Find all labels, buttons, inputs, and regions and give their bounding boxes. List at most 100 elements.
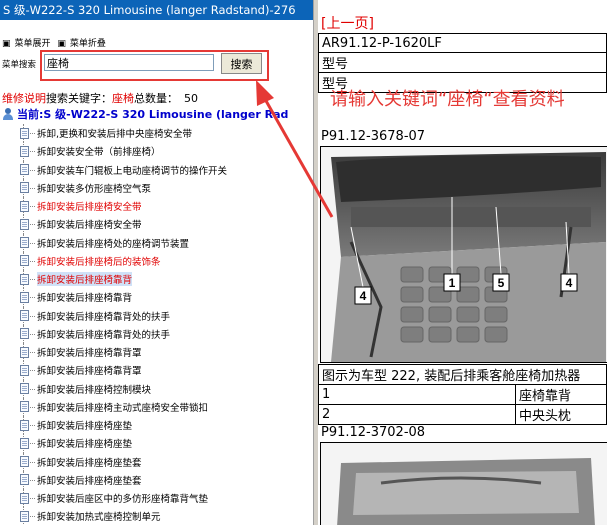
- search-input[interactable]: [44, 54, 214, 71]
- person-icon: [3, 108, 13, 120]
- document-icon: [20, 237, 29, 249]
- tree-item-label: 拆卸安装车门辊板上电动座椅调节的操作开关: [37, 165, 228, 177]
- document-icon: [20, 145, 29, 157]
- figure-caption: 图示为车型 222, 装配后排乘客舱座椅加热器: [318, 364, 607, 385]
- tree-item[interactable]: 拆卸安装后座区中的多仿形座椅靠背气垫: [0, 489, 313, 508]
- count-value: 50: [184, 92, 198, 105]
- callout-1: 1: [449, 276, 456, 290]
- tree-item[interactable]: 拆卸安装后排座椅处的座椅调节装置: [0, 233, 313, 252]
- tree-item[interactable]: 拆卸安装加热式座椅控制单元: [0, 507, 313, 525]
- tree-item-label: 拆卸安装后排座椅主动式座椅安全带锁扣: [37, 402, 209, 414]
- figure-1-code: P91.12-3678-07: [321, 129, 426, 144]
- document-icon: [20, 437, 29, 449]
- tree-item-label: 拆卸安装安全带（前排座椅）: [37, 147, 161, 159]
- document-icon: [20, 164, 29, 176]
- figure-2-illustration: [321, 443, 607, 525]
- tree-item[interactable]: 拆卸安装后排座椅座垫套: [0, 452, 313, 471]
- document-icon: [20, 510, 29, 522]
- legend-text: 中央头枕: [515, 404, 607, 425]
- tree-item[interactable]: 拆卸安装后排座椅安全带: [0, 197, 313, 216]
- repair-info-label: 维修说明: [2, 92, 46, 105]
- tree-item-label: 拆卸安装后排座椅靠背罩: [37, 348, 142, 360]
- legend-num: 1: [318, 384, 516, 405]
- tree-item[interactable]: 拆卸,更换和安装后排中央座椅安全带: [0, 124, 313, 143]
- menu-toggle-row: ▣ 菜单展开 ▣ 菜单折叠: [0, 36, 110, 50]
- tree-item[interactable]: 拆卸安装后排座椅座垫: [0, 416, 313, 435]
- document-icon: [20, 255, 29, 267]
- search-label: 菜单搜索: [2, 60, 37, 70]
- tree-item[interactable]: 拆卸安装后排座椅靠背处的扶手: [0, 306, 313, 325]
- doc-header-table: AR91.12-P-1620LF 型号 型号: [318, 33, 607, 93]
- collapse-icon[interactable]: ▣: [57, 39, 66, 49]
- document-icon: [20, 310, 29, 322]
- annotation-hint: 请输入关键词“座椅“查看资料: [330, 89, 565, 110]
- current-vehicle-label: 当前:S 级-W222-S 320 Limousine (langer Rad: [17, 108, 289, 121]
- document-icon: [20, 456, 29, 468]
- tree-item-label: 拆卸安装加热式座椅控制单元: [37, 512, 161, 524]
- document-icon: [20, 218, 29, 230]
- tree-item[interactable]: 拆卸安装安全带（前排座椅）: [0, 142, 313, 161]
- document-icon: [20, 346, 29, 358]
- tree-item-label: 拆卸安装后排座椅处的座椅调节装置: [37, 238, 190, 250]
- document-icon: [20, 419, 29, 431]
- document-icon: [20, 182, 29, 194]
- legend-text: 座椅靠背: [515, 384, 607, 405]
- tree-item[interactable]: 拆卸安装后排座椅安全带: [0, 215, 313, 234]
- tree-item-label: 拆卸安装后排座椅安全带: [37, 220, 142, 232]
- menu-collapse-link[interactable]: 菜单折叠: [70, 39, 106, 49]
- figure-2-code: P91.12-3702-08: [321, 425, 426, 440]
- search-summary: 维修说明搜索关键字：座椅总数量： 50: [2, 90, 198, 106]
- tree-item-label: 拆卸安装后排座椅座垫: [37, 439, 133, 451]
- tree-item[interactable]: 拆卸安装后排座椅座垫: [0, 434, 313, 453]
- tree-item-label: 拆卸安装后排座椅靠背: [37, 272, 133, 287]
- keyword-value: 座椅: [112, 92, 134, 105]
- figure-2-image[interactable]: [320, 442, 607, 525]
- expand-icon[interactable]: ▣: [2, 39, 11, 49]
- tree-item[interactable]: 拆卸安装后排座椅靠背: [0, 270, 313, 289]
- tree-item-label: 拆卸安装后排座椅靠背罩: [37, 366, 142, 378]
- tree-item-label: 拆卸安装后排座椅靠背处的扶手: [37, 329, 171, 341]
- tree-item[interactable]: 拆卸安装后排座椅主动式座椅安全带锁扣: [0, 397, 313, 416]
- document-icon: [20, 291, 29, 303]
- document-icon: [20, 383, 29, 395]
- tree-item[interactable]: 拆卸安装后排座椅靠背罩: [0, 343, 313, 362]
- tree-item-label: 拆卸安装后座区中的多仿形座椅靠背气垫: [37, 494, 209, 506]
- tree-item[interactable]: 拆卸安装后排座椅控制模块: [0, 379, 313, 398]
- tree-item-label: 拆卸安装后排座椅控制模块: [37, 384, 152, 396]
- search-button[interactable]: 搜索: [221, 53, 262, 74]
- seat-illustration: 4 1 5 4: [321, 147, 607, 362]
- tree-item-label: 拆卸安装后排座椅座垫套: [37, 457, 142, 469]
- tree-item[interactable]: 拆卸安装多仿形座椅空气泵: [0, 178, 313, 197]
- tree-item-label: 拆卸安装后排座椅靠背处的扶手: [37, 311, 171, 323]
- callout-4-right: 4: [566, 276, 573, 290]
- callout-5: 5: [498, 276, 505, 290]
- document-icon: [20, 273, 29, 285]
- model-row: 型号: [318, 52, 607, 73]
- tree-item-label: 拆卸安装后排座椅安全带: [37, 202, 142, 214]
- tree-item[interactable]: 拆卸安装后排座椅靠背处的扶手: [0, 324, 313, 343]
- tree-item[interactable]: 拆卸安装后排座椅靠背罩: [0, 361, 313, 380]
- tree-item-label: 拆卸,更换和安装后排中央座椅安全带: [37, 129, 193, 141]
- document-icon: [20, 474, 29, 486]
- tree-item-label: 拆卸安装后排座椅座垫套: [37, 475, 142, 487]
- tree-item[interactable]: 拆卸安装后排座椅靠背: [0, 288, 313, 307]
- document-icon: [20, 127, 29, 139]
- tree-item-label: 拆卸安装后排座椅座垫: [37, 421, 133, 433]
- legend-num: 2: [318, 404, 516, 425]
- legend-table: 图示为车型 222, 装配后排乘客舱座椅加热器 1 座椅靠背 2 中央头枕: [318, 364, 607, 425]
- figure-1-image[interactable]: 4 1 5 4: [320, 146, 607, 363]
- tree-item[interactable]: 拆卸安装车门辊板上电动座椅调节的操作开关: [0, 160, 313, 179]
- doc-code: AR91.12-P-1620LF: [318, 33, 607, 53]
- previous-page-link[interactable]: [上一页]: [321, 13, 374, 33]
- current-vehicle[interactable]: 当前:S 级-W222-S 320 Limousine (langer Rad: [3, 106, 288, 122]
- tree-item-label: 拆卸安装后排座椅靠背: [37, 293, 133, 305]
- count-label: 总数量：: [134, 92, 178, 105]
- tree-item[interactable]: 拆卸安装后排座椅后的装饰条: [0, 251, 313, 270]
- menu-expand-link[interactable]: 菜单展开: [15, 39, 51, 49]
- tree-item[interactable]: 拆卸安装后排座椅座垫套: [0, 470, 313, 489]
- keyword-label: 搜索关键字：: [46, 92, 112, 105]
- content-pane: [上一页] AR91.12-P-1620LF 型号 型号 请输入关键词“座椅“查…: [318, 0, 607, 525]
- vehicle-title: S 级-W222-S 320 Limousine (langer Radstan…: [0, 0, 313, 20]
- document-icon: [20, 401, 29, 413]
- callout-4-left: 4: [360, 289, 367, 303]
